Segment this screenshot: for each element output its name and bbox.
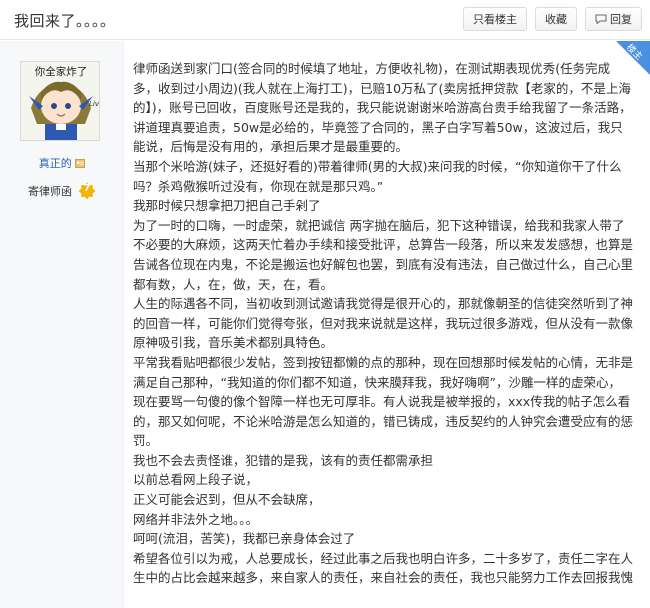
- thread-actions: 只看楼主 收藏 回复: [463, 7, 642, 31]
- level-number: 7: [83, 183, 91, 194]
- reply-button-label: 回复: [610, 13, 632, 26]
- avatar-caption: 你全家炸了: [35, 65, 88, 78]
- post-paragraph: 网络并非法外之地。。。: [133, 511, 259, 527]
- post-paragraph: 人生的际遇各不同，当初收到测试邀请我觉得是很开心的，那就像朝圣的信徒突然听到了神…: [133, 296, 634, 351]
- reply-button[interactable]: 回复: [585, 7, 642, 31]
- author-name-text: 真正的: [38, 157, 72, 170]
- post-paragraph: 我也不会去责怪谁，犯错的是我，该有的责任都需承担: [133, 452, 434, 468]
- post-title-bar: 我回来了。。。。 只看楼主 收藏 回复: [0, 0, 650, 40]
- post-paragraph: 呵呵(流泪，苦笑)，我都已亲身体会过了: [133, 531, 356, 547]
- post-content: 楼主 律师函送到家门口(签合同的时候填了地址，方便收礼物)，在测试期表现优秀(任…: [125, 41, 650, 608]
- reply-icon: [595, 14, 607, 24]
- only-author-button[interactable]: 只看楼主: [463, 7, 527, 31]
- svg-text:Live: Live: [89, 100, 100, 108]
- post-floor: 你全家炸了 Live 真正的: [0, 41, 650, 608]
- post-paragraph: 我那时候只想拿把刀把自己手剁了: [133, 198, 321, 214]
- post-title: 我回来了。。。。: [14, 12, 116, 30]
- avatar-image: 你全家炸了 Live: [21, 62, 100, 140]
- collect-button[interactable]: 收藏: [535, 7, 577, 31]
- post-paragraph: 以前总看网上段子说，: [133, 472, 259, 488]
- author-sidebar: 你全家炸了 Live 真正的: [0, 41, 124, 608]
- user-card-icon: [75, 159, 86, 168]
- author-badge-row: 寄律师函 7: [0, 182, 124, 200]
- author-forum-title: 寄律师函: [28, 185, 72, 198]
- post-paragraph: 平常我看贴吧都很少发帖，签到按钮都懒的点的那种，现在回想那时候发帖的心情，无非是…: [133, 354, 634, 449]
- post-paragraph: 当那个米哈游(妹子，还挺好看的)带着律师(男的大叔)来问我的时候，“你知道你干了…: [133, 158, 622, 194]
- post-paragraph: 律师函送到家门口(签合同的时候填了地址，方便收礼物)，在测试期表现优秀(任务完成…: [133, 61, 632, 155]
- post-body: 律师函送到家门口(签合同的时候填了地址，方便收礼物)，在测试期表现优秀(任务完成…: [133, 59, 633, 588]
- level-badge[interactable]: 7: [78, 182, 96, 200]
- author-name[interactable]: 真正的: [0, 155, 124, 171]
- avatar[interactable]: 你全家炸了 Live: [20, 61, 100, 141]
- post-paragraph: 正义可能会迟到，但从不会缺席，: [133, 492, 321, 508]
- post-paragraph: 为了一时的口嗨，一时虚荣，就把诚信 两字抛在脑后，犯下这种错误，给我和我家人带了…: [133, 217, 634, 292]
- post-paragraph: 希望各位引以为戒，人总要成长，经过此事之后我也明白许多，二十多岁了，责任二字在人…: [133, 550, 634, 586]
